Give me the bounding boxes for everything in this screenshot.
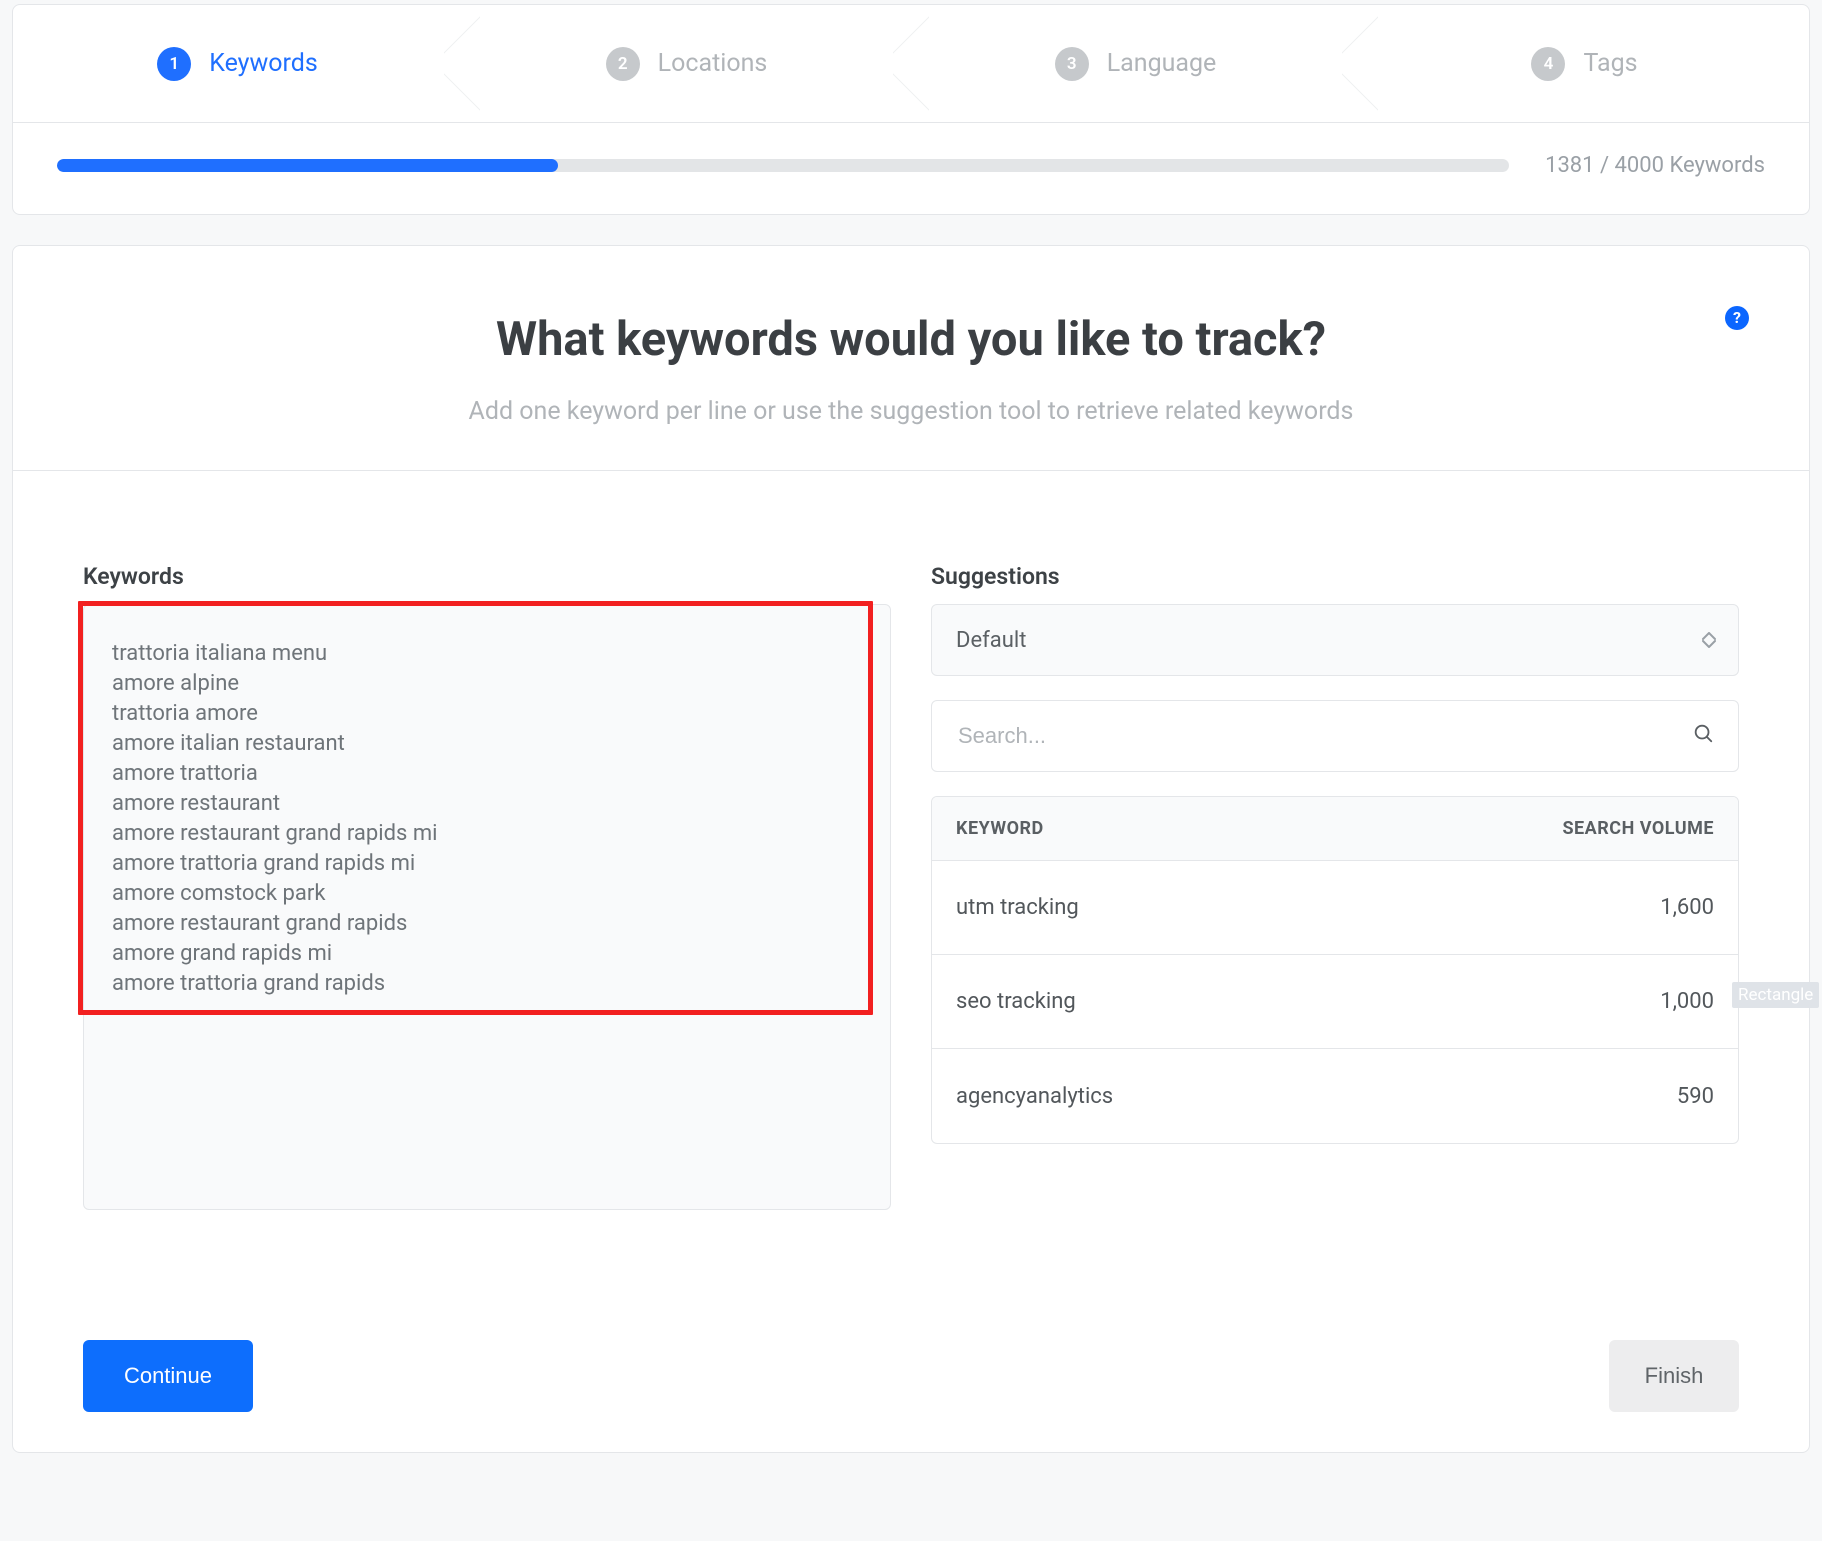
keyword-progress-bar <box>57 159 1509 172</box>
suggestions-table: KEYWORD SEARCH VOLUME utm tracking 1,600… <box>931 796 1739 1144</box>
stepper: 1 Keywords 2 Locations 3 Language 4 Tags <box>13 5 1809 123</box>
search-icon[interactable] <box>1692 722 1714 750</box>
keyword-progress-text: 1381 / 4000 Keywords <box>1545 153 1765 178</box>
step-number: 1 <box>157 47 191 81</box>
step-label: Keywords <box>209 49 318 78</box>
main-header: What keywords would you like to track? A… <box>13 246 1809 471</box>
step-keywords[interactable]: 1 Keywords <box>13 5 462 122</box>
suggestion-row[interactable]: seo tracking 1,000 <box>932 955 1738 1049</box>
col-volume-header: SEARCH VOLUME <box>1562 818 1714 839</box>
step-number: 4 <box>1531 47 1565 81</box>
suggestions-search[interactable] <box>931 700 1739 772</box>
step-tags[interactable]: 4 Tags <box>1360 5 1809 122</box>
keyword-progress-fill <box>57 159 558 172</box>
step-number: 2 <box>606 47 640 81</box>
wizard-top-card: 1 Keywords 2 Locations 3 Language 4 Tags… <box>12 4 1810 215</box>
col-keyword-header: KEYWORD <box>956 818 1044 839</box>
select-value: Default <box>956 628 1026 653</box>
step-label: Language <box>1107 49 1217 78</box>
suggestions-search-input[interactable] <box>956 722 1692 750</box>
suggestion-row[interactable]: agencyanalytics 590 <box>932 1049 1738 1143</box>
suggestion-volume: 590 <box>1677 1084 1714 1109</box>
progress-row: 1381 / 4000 Keywords <box>13 123 1809 214</box>
step-language[interactable]: 3 Language <box>911 5 1360 122</box>
step-label: Locations <box>658 49 768 78</box>
page-title: What keywords would you like to track? <box>73 312 1749 367</box>
suggestion-row[interactable]: utm tracking 1,600 <box>932 861 1738 955</box>
footer-row: Continue Finish <box>13 1210 1809 1412</box>
chevron-updown-icon <box>1702 632 1716 648</box>
suggestion-volume: 1,600 <box>1660 895 1714 920</box>
keywords-textarea[interactable]: trattoria italiana menu amore alpine tra… <box>83 604 891 1210</box>
suggestion-keyword: utm tracking <box>956 895 1079 920</box>
suggestion-keyword: seo tracking <box>956 989 1076 1014</box>
main-card: ? What keywords would you like to track?… <box>12 245 1810 1453</box>
step-locations[interactable]: 2 Locations <box>462 5 911 122</box>
finish-button[interactable]: Finish <box>1609 1340 1739 1412</box>
step-label: Tags <box>1583 49 1637 78</box>
keywords-section-title: Keywords <box>83 563 891 590</box>
step-number: 3 <box>1055 47 1089 81</box>
suggestions-column: Suggestions Default KEYWO <box>931 563 1739 1144</box>
continue-button[interactable]: Continue <box>83 1340 253 1412</box>
keywords-column: Keywords trattoria italiana menu amore a… <box>83 563 891 1210</box>
suggestions-section-title: Suggestions <box>931 563 1739 590</box>
page-subtitle: Add one keyword per line or use the sugg… <box>73 397 1749 426</box>
suggestion-volume: 1,000 <box>1660 989 1714 1014</box>
suggestion-keyword: agencyanalytics <box>956 1084 1113 1109</box>
suggestions-table-header: KEYWORD SEARCH VOLUME <box>932 797 1738 861</box>
suggestions-source-select[interactable]: Default <box>931 604 1739 676</box>
